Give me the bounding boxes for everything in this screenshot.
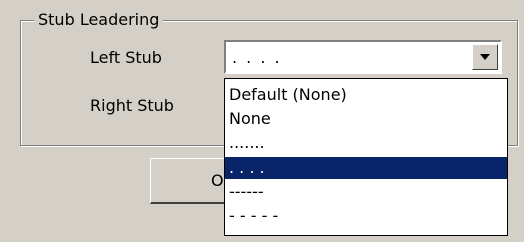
chevron-down-icon	[480, 54, 490, 60]
group-title: Stub Leadering	[34, 10, 164, 30]
right-stub-label: Right Stub	[90, 96, 174, 115]
left-stub-value: . . . .	[232, 48, 282, 67]
left-stub-label: Left Stub	[90, 48, 162, 67]
option-default-none[interactable]: Default (None)	[225, 84, 507, 106]
option-none[interactable]: None	[225, 108, 507, 130]
ok-button-label: O	[211, 171, 224, 190]
dropdown-arrow-button[interactable]	[472, 44, 498, 70]
option-dashes-tight[interactable]: ------	[225, 181, 507, 203]
option-dots-spaced[interactable]: . . . .	[225, 157, 507, 179]
left-stub-combo[interactable]: . . . .	[224, 40, 502, 74]
option-dashes-spaced[interactable]: - - - - -	[225, 205, 507, 227]
option-dots-tight[interactable]: .......	[225, 132, 507, 154]
stub-options-list[interactable]: Default (None) None ....... . . . . ----…	[224, 78, 508, 236]
